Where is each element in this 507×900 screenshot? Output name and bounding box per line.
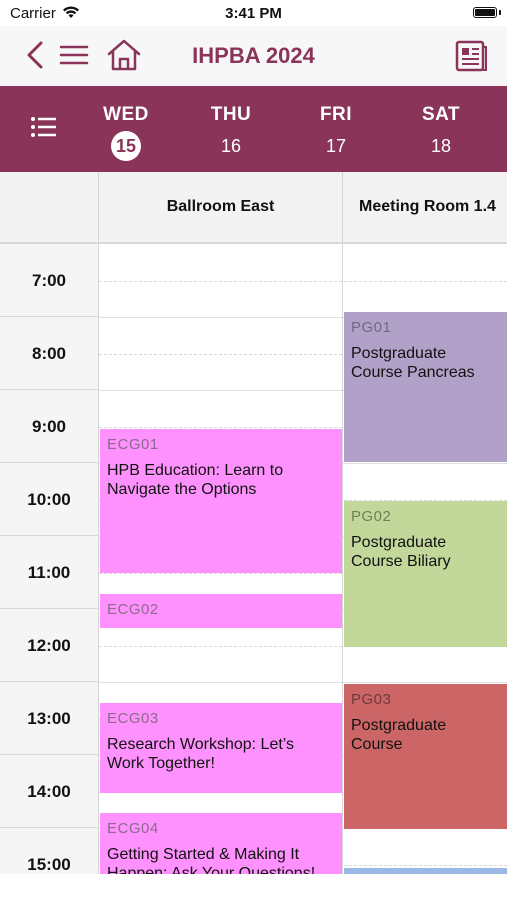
event-code: ECG03 (107, 710, 159, 727)
status-time: 3:41 PM (225, 5, 282, 22)
time-label: 7:00 (31, 271, 67, 290)
event-ecg02[interactable]: ECG02 (100, 594, 342, 628)
time-slot: 13:00 (0, 682, 98, 755)
time-label: 13:00 (27, 709, 71, 728)
day-number: 17 (325, 136, 347, 156)
day-tab-thu[interactable]: THU 16 (181, 86, 281, 172)
time-label: 8:00 (31, 344, 67, 363)
time-slot: 12:00 (0, 609, 98, 682)
notes-icon[interactable] (454, 39, 488, 73)
event-code: ECG04 (107, 820, 159, 837)
event-ecg03[interactable]: ECG03 Research Workshop: Let’s Work Toge… (100, 703, 342, 793)
day-name: SAT (421, 104, 461, 125)
event-ecg04[interactable]: ECG04 Getting Started & Making It Happen… (100, 813, 342, 874)
time-slot: 7:00 (0, 244, 98, 317)
column-divider (342, 244, 343, 874)
time-label: 9:00 (31, 417, 67, 436)
room-header-ballroom-east: Ballroom East (99, 172, 343, 242)
home-icon[interactable] (106, 38, 142, 72)
event-pg03[interactable]: PG03 Postgraduate Course (344, 684, 507, 829)
list-view-icon[interactable] (30, 116, 58, 138)
event-title: Postgraduate Course (351, 717, 447, 753)
day-number: 15 (111, 131, 141, 161)
nav-bar: IHPBA 2024 (0, 26, 507, 86)
time-label: 11:00 (27, 563, 71, 582)
time-slot: 11:00 (0, 536, 98, 609)
back-chevron-icon[interactable] (22, 40, 48, 70)
event-code: ECG02 (107, 601, 159, 618)
day-tab-sat[interactable]: SAT 18 (391, 86, 491, 172)
hamburger-menu-icon[interactable] (58, 42, 90, 68)
time-label: 12:00 (27, 636, 71, 655)
room-header-row: Ballroom East Meeting Room 1.4 (0, 172, 507, 244)
event-pg02[interactable]: PG02 Postgraduate Course Biliary (344, 501, 507, 647)
event-code: ECG01 (107, 436, 159, 453)
time-slot: 9:00 (0, 390, 98, 463)
event-title: Getting Started & Making It Happen: Ask … (107, 846, 316, 874)
time-slot: 10:00 (0, 463, 98, 536)
day-number: 16 (220, 136, 242, 156)
time-label: 15:00 (27, 855, 71, 874)
time-slot: 8:00 (0, 317, 98, 390)
event-ecg01[interactable]: ECG01 HPB Education: Learn to Navigate t… (100, 429, 342, 573)
status-bar: Carrier 3:41 PM (0, 0, 507, 26)
battery-icon (473, 7, 497, 18)
day-tab-fri[interactable]: FRI 17 (286, 86, 386, 172)
event-title: Postgraduate Course Biliary (351, 534, 451, 570)
time-slot: 14:00 (0, 755, 98, 828)
day-number: 18 (430, 136, 452, 156)
event-code: PG03 (351, 691, 392, 708)
time-column: 7:00 8:00 9:00 10:00 11:00 12:00 13:00 1… (0, 244, 99, 874)
room-header-meeting-room: Meeting Room 1.4 (359, 198, 496, 215)
day-name: THU (210, 104, 252, 125)
event-title: Postgraduate Course Pancreas (351, 345, 475, 381)
day-name: WED (103, 104, 149, 125)
event-next-session[interactable] (344, 868, 507, 874)
event-code: PG01 (351, 319, 392, 336)
header-corner (0, 172, 99, 242)
day-name: FRI (319, 104, 353, 125)
day-selector-bar: WED 15 THU 16 FRI 17 SAT 18 (0, 86, 507, 172)
event-code: PG02 (351, 508, 392, 525)
schedule-body: ECG01 HPB Education: Learn to Navigate t… (99, 244, 507, 874)
day-tab-wed[interactable]: WED 15 (76, 86, 176, 172)
time-label: 14:00 (27, 782, 71, 801)
event-title: HPB Education: Learn to Navigate the Opt… (107, 462, 284, 498)
schedule-grid[interactable]: Ballroom East Meeting Room 1.4 7:00 8:00… (0, 172, 507, 874)
time-label: 10:00 (27, 490, 71, 509)
time-slot: 15:00 (0, 828, 98, 874)
event-title: Research Workshop: Let’s Work Together! (107, 736, 295, 772)
event-pg01[interactable]: PG01 Postgraduate Course Pancreas (344, 312, 507, 462)
